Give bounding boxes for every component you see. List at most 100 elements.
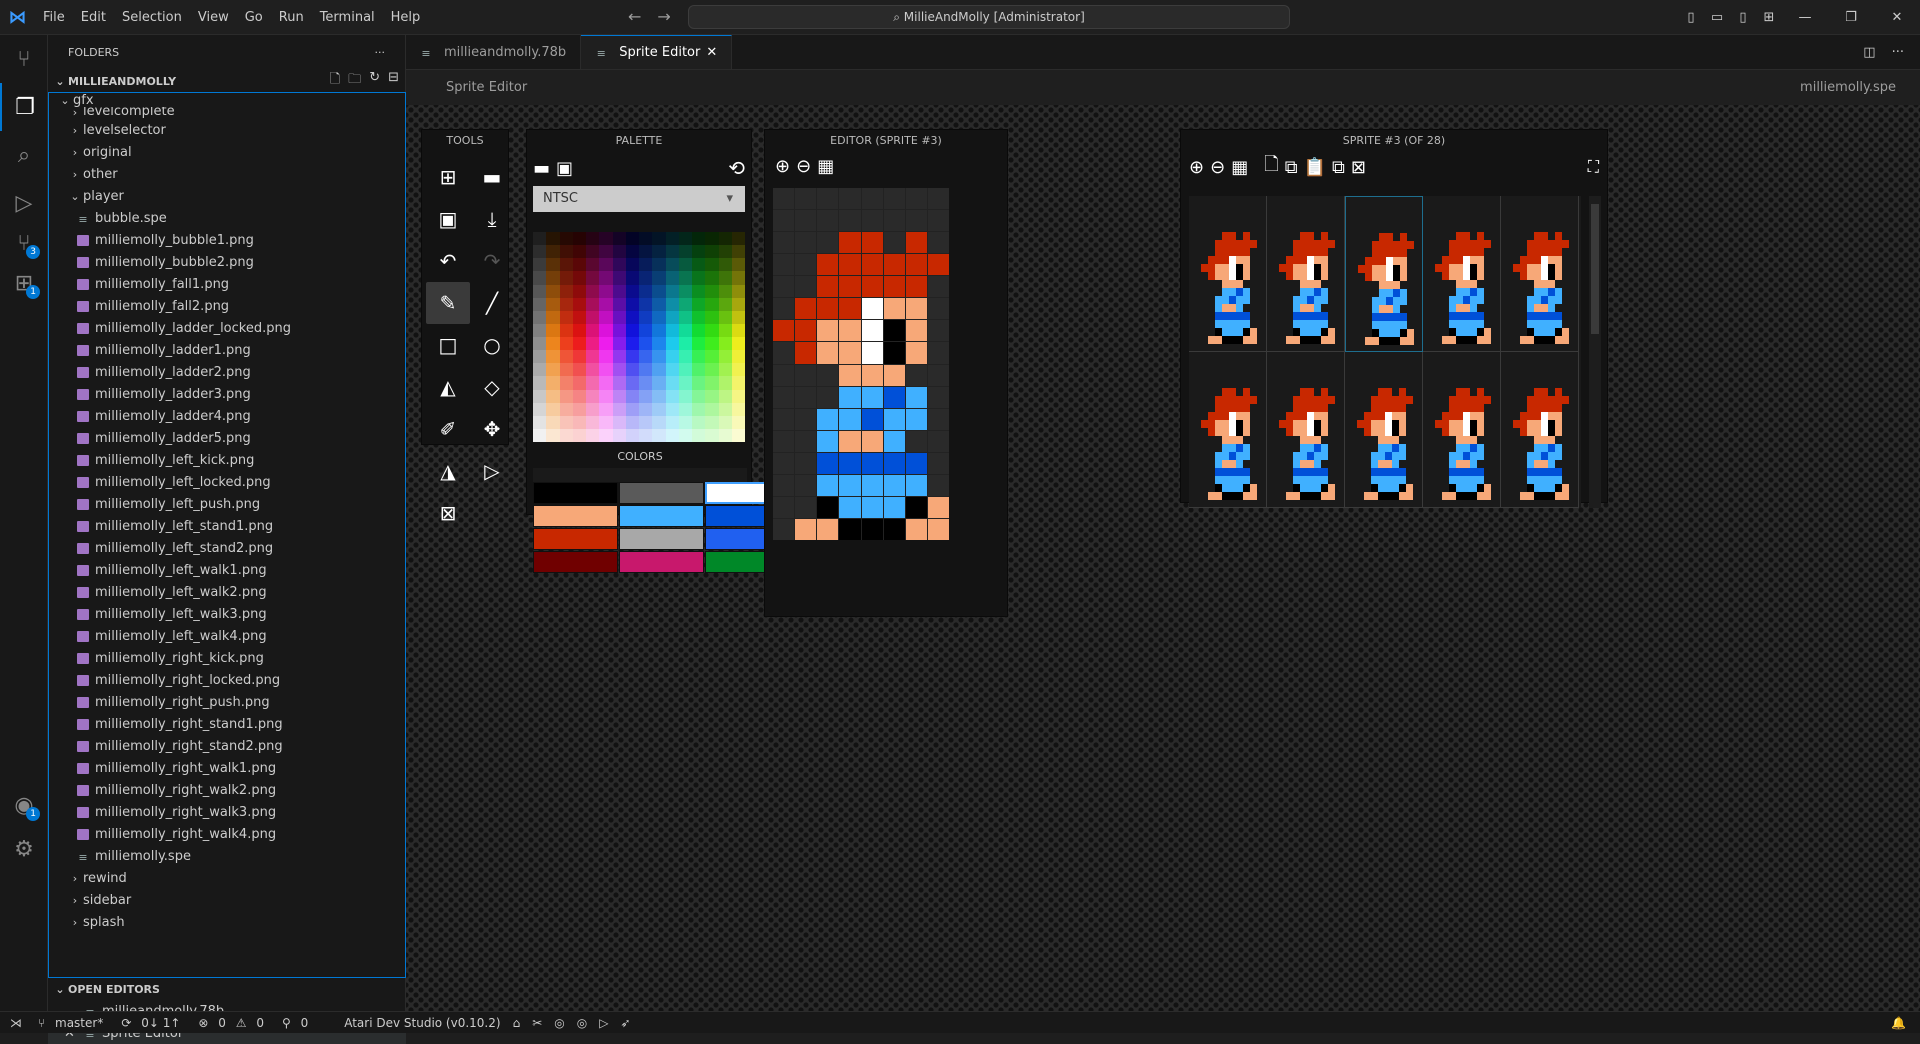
palette-cell[interactable] [612,350,626,364]
sprite-pixel[interactable] [817,518,839,540]
palette-cell[interactable] [665,415,679,429]
sprite-pixel-grid[interactable] [773,188,949,540]
palette-cell[interactable] [599,415,613,429]
palette-cell[interactable] [652,337,666,351]
sprite-pixel[interactable] [883,276,905,298]
file-item[interactable]: milliemolly_left_stand2.png [49,537,405,559]
palette-cell[interactable] [533,350,547,364]
open-palette-icon[interactable]: ▬ [533,158,550,179]
palette-cell[interactable] [652,402,666,416]
palette-cell[interactable] [546,415,560,429]
split-editor-icon[interactable]: ◫ [1863,45,1875,60]
zoom-out-icon[interactable]: ⊖ [796,156,811,177]
new-image-icon[interactable]: ⊞ [426,156,470,198]
palette-cell[interactable] [692,428,706,442]
palette-cell[interactable] [705,363,719,377]
palette-cell[interactable] [639,402,653,416]
palette-cell[interactable] [559,363,573,377]
redo-icon[interactable]: ↷ [470,240,514,282]
menu-edit[interactable]: Edit [73,0,114,35]
sprite-pixel[interactable] [861,210,883,232]
palette-cell[interactable] [705,428,719,442]
duplicate-sprite-icon[interactable]: ⧉ [1332,157,1345,178]
toggle-sidebar-icon[interactable]: ▯ [1678,10,1704,25]
folder-item[interactable]: › levelselector [49,119,405,141]
search-icon[interactable]: ⌕ [0,131,48,179]
sprite-pixel[interactable] [927,276,949,298]
palette-cell[interactable] [546,310,560,324]
zoom-out-icon[interactable]: ⊖ [1210,157,1225,178]
palette-cell[interactable] [665,297,679,311]
sprite-pixel[interactable] [817,210,839,232]
sprite-pixel[interactable] [795,386,817,408]
palette-cell[interactable] [533,337,547,351]
sprite-pixel[interactable] [861,430,883,452]
palette-cell[interactable] [559,297,573,311]
sprite-pixel[interactable] [927,188,949,210]
line-icon[interactable]: ╱ [470,282,514,324]
file-item[interactable]: milliemolly_right_stand2.png [49,735,405,757]
palette-cell[interactable] [692,297,706,311]
palette-cell[interactable] [533,402,547,416]
command-center[interactable]: ⌕ MillieAndMolly [Administrator] [688,5,1290,29]
palette-cell[interactable] [599,271,613,285]
sprite-pixel[interactable] [773,452,795,474]
palette-cell[interactable] [639,428,653,442]
sprite-pixel[interactable] [883,386,905,408]
palette-cell[interactable] [652,297,666,311]
sprite-pixel[interactable] [905,386,927,408]
palette-cell[interactable] [546,376,560,390]
globe-icon[interactable]: ◎ [571,1016,593,1030]
palette-cell[interactable] [599,310,613,324]
sprite-pixel[interactable] [905,408,927,430]
palette-cell[interactable] [692,402,706,416]
sprite-pixel[interactable] [883,430,905,452]
palette-cell[interactable] [731,389,745,403]
menu-view[interactable]: View [190,0,237,35]
sprite-pixel[interactable] [905,474,927,496]
sprite-thumbnail[interactable] [1345,352,1423,508]
eraser-icon[interactable]: ◇ [470,366,514,408]
palette-cell[interactable] [692,323,706,337]
palette-cell[interactable] [731,402,745,416]
palette-cell[interactable] [586,402,600,416]
settings-gear-icon[interactable]: ⚙ [0,825,48,873]
file-item[interactable]: milliemolly_ladder5.png [49,427,405,449]
save-icon[interactable]: ▣ [426,198,470,240]
close-tab-icon[interactable]: ✕ [706,45,717,60]
file-item[interactable]: milliemolly_right_stand1.png [49,713,405,735]
customize-layout-icon[interactable]: ⊞ [1756,10,1782,25]
palette-cell[interactable] [652,232,666,246]
palette-cell[interactable] [599,232,613,246]
palette-cell[interactable] [705,402,719,416]
scrollbar-thumb[interactable] [1591,204,1599,334]
palette-cell[interactable] [652,258,666,272]
palette-cell[interactable] [586,350,600,364]
palette-cell[interactable] [665,376,679,390]
sprite-pixel[interactable] [905,276,927,298]
palette-cell[interactable] [678,402,692,416]
palette-cell[interactable] [639,271,653,285]
sprite-pixel[interactable] [861,364,883,386]
palette-cell[interactable] [533,258,547,272]
file-item[interactable]: milliemolly_ladder4.png [49,405,405,427]
sprite-pixel[interactable] [883,254,905,276]
palette-cell[interactable] [639,310,653,324]
sprite-pixel[interactable] [861,232,883,254]
palette-cell[interactable] [652,323,666,337]
sprite-pixel[interactable] [773,518,795,540]
palette-cell[interactable] [612,402,626,416]
color-swatch[interactable] [619,482,704,504]
palette-cell[interactable] [559,323,573,337]
file-item[interactable]: milliemolly_right_push.png [49,691,405,713]
file-item[interactable]: milliemolly_left_walk1.png [49,559,405,581]
palette-cell[interactable] [533,389,547,403]
palette-cell[interactable] [612,245,626,259]
palette-cell[interactable] [665,258,679,272]
palette-cell[interactable] [559,402,573,416]
sprite-pixel[interactable] [905,188,927,210]
sprite-pixel[interactable] [861,518,883,540]
palette-cell[interactable] [639,297,653,311]
sprite-pixel[interactable] [817,276,839,298]
sprite-pixel[interactable] [905,342,927,364]
